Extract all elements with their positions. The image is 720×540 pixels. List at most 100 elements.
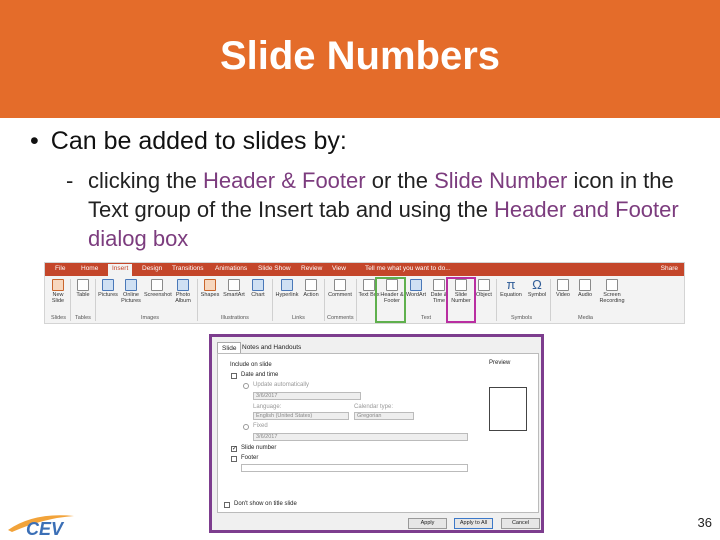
photo-album-button[interactable]: Photo Album: [172, 279, 194, 304]
ribbon-tab-slide-show[interactable]: Slide Show: [258, 265, 291, 272]
screenshot-button[interactable]: Screenshot: [144, 279, 172, 298]
ribbon-tab-transitions[interactable]: Transitions: [172, 265, 204, 272]
fixed-date-input[interactable]: 3/6/2017: [253, 433, 468, 441]
apply-to-all-button[interactable]: Apply to All: [454, 518, 493, 529]
dialog-tab-notes-handouts[interactable]: Notes and Handouts: [238, 342, 305, 353]
slide-number-highlight-frame: [446, 277, 476, 323]
photo-album-icon: [177, 279, 189, 291]
symbol-button[interactable]: Ω Symbol: [526, 277, 548, 298]
calendar-type-select[interactable]: Gregorian: [354, 412, 414, 420]
equation-button[interactable]: π Equation: [498, 278, 524, 298]
footer-label: Footer: [241, 455, 259, 461]
bullet-text: Can be added to slides by:: [50, 127, 347, 155]
symbol-icon: Ω: [532, 277, 542, 292]
dont-show-title-label: Don't show on title slide: [234, 501, 297, 507]
ribbon-separator: [324, 279, 325, 321]
ribbon-tab-design[interactable]: Design: [142, 265, 162, 272]
action-button[interactable]: Action: [300, 279, 322, 298]
smartart-button[interactable]: SmartArt: [223, 279, 245, 298]
new-slide-label: New Slide: [51, 292, 65, 304]
bullet-main: • Can be added to slides by:: [30, 127, 347, 156]
cev-logo: CEV: [8, 515, 74, 538]
shapes-label: Shapes: [200, 292, 220, 298]
slide-number-checkbox[interactable]: ✓: [231, 446, 237, 452]
group-label-illustrations: Illustrations: [221, 315, 249, 321]
comment-button[interactable]: Comment: [327, 279, 353, 298]
footer-input[interactable]: [241, 464, 468, 472]
dont-show-title-checkbox[interactable]: [224, 502, 230, 508]
page-number: 36: [697, 515, 712, 530]
sub-dash: -: [66, 168, 74, 193]
text-box-icon: [363, 279, 375, 291]
ribbon-separator: [272, 279, 273, 321]
comment-label: Comment: [328, 292, 352, 298]
ribbon-screenshot: File Home Insert Design Transitions Anim…: [44, 262, 685, 324]
wordart-button[interactable]: WordArt: [405, 279, 427, 298]
dialog-panel: Include on slide Preview Date and time U…: [217, 353, 539, 513]
comment-icon: [334, 279, 346, 291]
shapes-button[interactable]: Shapes: [199, 279, 221, 298]
online-pictures-button[interactable]: Online Pictures: [120, 279, 142, 304]
group-label-images: Images: [141, 315, 160, 321]
online-pictures-icon: [125, 279, 137, 291]
object-label: Object: [476, 292, 492, 298]
sub-bullet-text: clicking the Header & Footer or the Slid…: [88, 166, 706, 253]
table-label: Table: [76, 292, 90, 298]
bullet-marker: •: [30, 127, 39, 155]
ribbon-tab-bar: File Home Insert Design Transitions Anim…: [45, 263, 684, 276]
video-label: Video: [556, 292, 570, 298]
screen-recording-button[interactable]: Screen Recording: [597, 279, 627, 304]
table-button[interactable]: Table: [72, 279, 94, 298]
online-pictures-label: Online Pictures: [121, 292, 141, 304]
new-slide-button[interactable]: New Slide: [47, 279, 69, 304]
header-footer-dialog: Slide Notes and Handouts Include on slid…: [209, 334, 544, 533]
object-button[interactable]: Object: [473, 279, 495, 298]
cancel-button[interactable]: Cancel: [501, 518, 540, 529]
date-format-select[interactable]: 3/6/2017: [253, 392, 361, 400]
ribbon-tab-home[interactable]: Home: [81, 265, 98, 272]
ribbon-tab-view[interactable]: View: [332, 265, 346, 272]
language-select[interactable]: English (United States): [253, 412, 349, 420]
ribbon-separator: [356, 279, 357, 321]
hyperlink-icon: [281, 279, 293, 291]
header-footer-highlight-frame: [375, 277, 406, 323]
ribbon-share[interactable]: Share: [661, 265, 678, 272]
group-label-media: Media: [578, 315, 593, 321]
footer-checkbox[interactable]: [231, 456, 237, 462]
ribbon-tab-animations[interactable]: Animations: [215, 265, 247, 272]
screen-recording-icon: [606, 279, 618, 291]
group-label-comments: Comments: [327, 315, 354, 321]
calendar-type-label: Calendar type:: [354, 404, 394, 410]
action-label: Action: [303, 292, 319, 298]
screenshot-label: Screenshot: [144, 292, 172, 298]
date-time-label: Date & Time: [430, 292, 448, 304]
ribbon-tab-insert[interactable]: Insert: [108, 264, 133, 276]
new-slide-icon: [52, 279, 64, 291]
hyperlink-button[interactable]: Hyperlink: [274, 279, 300, 298]
fixed-radio[interactable]: [243, 424, 249, 430]
ribbon-tab-file[interactable]: File: [55, 265, 65, 272]
fixed-label: Fixed: [253, 423, 268, 429]
audio-button[interactable]: Audio: [574, 279, 596, 298]
smartart-label: SmartArt: [223, 292, 245, 298]
hyperlink-label: Hyperlink: [275, 292, 299, 298]
update-automatically-radio[interactable]: [243, 383, 249, 389]
pictures-label: Pictures: [98, 292, 118, 298]
video-button[interactable]: Video: [552, 279, 574, 298]
equation-label: Equation: [500, 292, 522, 298]
group-label-symbols: Symbols: [511, 315, 533, 321]
video-icon: [557, 279, 569, 291]
ribbon-search[interactable]: Tell me what you want to do...: [365, 265, 451, 272]
header-footer-highlight: Header & Footer: [202, 168, 366, 193]
preview-thumbnail: [489, 387, 527, 431]
sub-text-1: clicking the: [88, 168, 203, 193]
smartart-icon: [228, 279, 240, 291]
pictures-button[interactable]: Pictures: [97, 279, 119, 298]
apply-button[interactable]: Apply: [408, 518, 447, 529]
screen-recording-label: Screen Recording: [599, 292, 625, 304]
chart-button[interactable]: Chart: [247, 279, 269, 298]
ribbon-tab-review[interactable]: Review: [301, 265, 322, 272]
ribbon-separator: [95, 279, 96, 321]
wordart-label: WordArt: [405, 292, 427, 298]
date-time-checkbox[interactable]: [231, 373, 237, 379]
